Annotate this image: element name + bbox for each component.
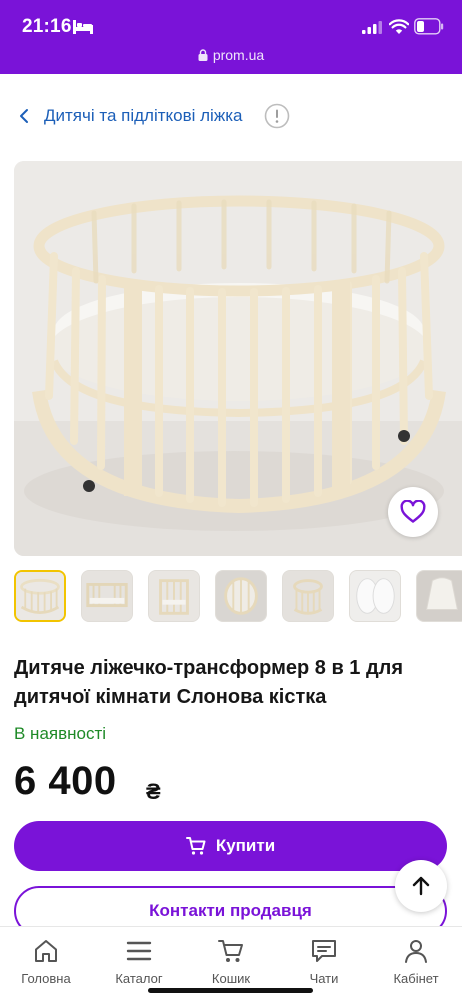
thumbnail[interactable] bbox=[349, 570, 401, 622]
nav-label-chats: Чати bbox=[309, 971, 339, 986]
chat-icon bbox=[312, 940, 336, 962]
user-icon bbox=[405, 940, 427, 963]
chevron-left-icon[interactable] bbox=[18, 108, 30, 124]
arrow-up-icon bbox=[412, 876, 430, 896]
cart-icon bbox=[185, 837, 206, 855]
nav-item-account[interactable]: Кабінет bbox=[376, 937, 456, 986]
favorite-button[interactable] bbox=[388, 487, 438, 537]
nav-label-home: Головна bbox=[21, 971, 71, 986]
thumbnail[interactable] bbox=[282, 570, 334, 622]
lock-icon bbox=[198, 49, 208, 61]
home-indicator bbox=[148, 988, 313, 993]
thumbnail-strip bbox=[14, 570, 462, 622]
price-currency: ₴ bbox=[146, 779, 161, 804]
buy-button-label: Купити bbox=[215, 836, 276, 855]
contact-seller-label: Контакти продавця bbox=[149, 901, 312, 920]
info-icon[interactable] bbox=[264, 103, 290, 129]
url-bar[interactable]: prom.ua bbox=[0, 47, 462, 63]
thumbnail[interactable] bbox=[416, 570, 462, 622]
nav-item-home[interactable]: Головна bbox=[6, 937, 86, 986]
scroll-top-button[interactable] bbox=[395, 860, 447, 912]
home-icon bbox=[35, 940, 57, 962]
thumbnail[interactable] bbox=[81, 570, 133, 622]
availability-status: В наявності bbox=[14, 724, 107, 743]
nav-label-catalog: Каталог bbox=[115, 971, 163, 986]
heart-icon bbox=[400, 500, 426, 523]
battery-icon bbox=[414, 18, 444, 35]
nav-item-catalog[interactable]: Каталог bbox=[99, 937, 179, 986]
nav-item-chats[interactable]: Чати bbox=[284, 937, 364, 986]
thumbnail[interactable] bbox=[148, 570, 200, 622]
price-value: 6 400 bbox=[14, 759, 117, 803]
signal-icon bbox=[362, 21, 382, 34]
menu-icon bbox=[126, 941, 152, 961]
thumbnail[interactable] bbox=[215, 570, 267, 622]
nav-label-cart: Кошик bbox=[211, 971, 251, 986]
status-bar: 21:16 prom.ua bbox=[0, 0, 462, 74]
url-domain: prom.ua bbox=[212, 47, 265, 63]
product-title: Дитяче ліжечко-трансформер 8 в 1 для дит… bbox=[14, 657, 404, 708]
nav-label-account: Кабінет bbox=[393, 971, 439, 986]
wifi-icon bbox=[389, 19, 409, 34]
breadcrumb[interactable]: Дитячі та підліткові ліжка bbox=[0, 96, 462, 136]
cart-icon bbox=[218, 940, 243, 962]
buy-button[interactable]: Купити bbox=[14, 821, 447, 871]
nav-item-cart[interactable]: Кошик bbox=[191, 937, 271, 986]
breadcrumb-label[interactable]: Дитячі та підліткові ліжка bbox=[44, 106, 242, 126]
bed-icon bbox=[73, 20, 93, 34]
status-time: 21:16 bbox=[22, 16, 72, 37]
thumbnail[interactable] bbox=[14, 570, 66, 622]
